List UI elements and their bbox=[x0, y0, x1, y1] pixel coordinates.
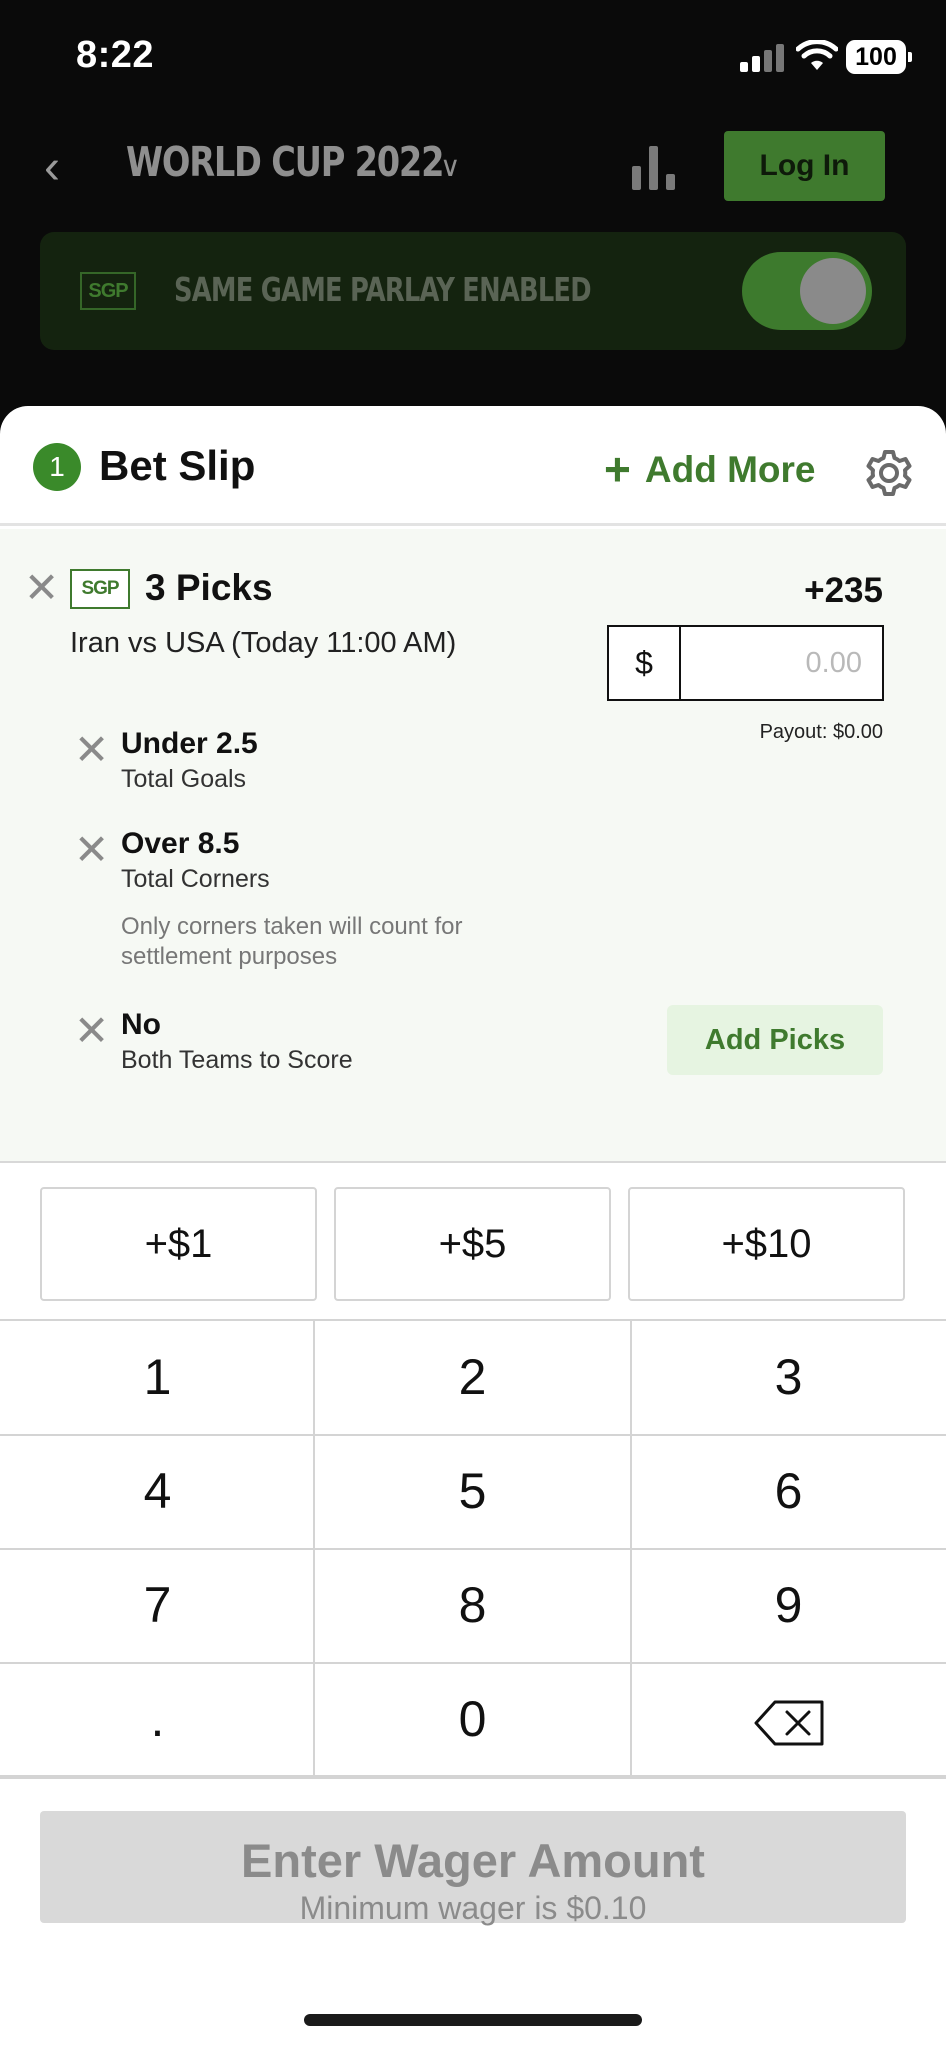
cta-subtitle: Minimum wager is $0.10 bbox=[299, 1890, 647, 1926]
quick-amount-button[interactable]: +$10 bbox=[628, 1187, 905, 1301]
leg-market: Total Goals bbox=[121, 765, 247, 793]
bet-slip-title: Bet Slip bbox=[99, 442, 256, 489]
place-bet-button-disabled[interactable]: Enter Wager Amount Minimum wager is $0.1… bbox=[40, 1811, 906, 1926]
sgp-badge-small: SGP bbox=[70, 569, 130, 609]
parlay-picks-title: 3 Picks bbox=[145, 567, 273, 608]
leg-selection: Under 2.5 bbox=[121, 727, 258, 760]
toggle-knob bbox=[800, 258, 866, 324]
keypad-key-backspace[interactable] bbox=[631, 1663, 946, 1776]
sgp-banner: SGP SAME GAME PARLAY ENABLED bbox=[40, 232, 906, 350]
login-button[interactable]: Log In bbox=[724, 131, 885, 201]
battery-indicator: 100 bbox=[846, 40, 912, 74]
home-indicator[interactable] bbox=[304, 2014, 642, 2026]
remove-leg-close-icon[interactable]: ✕ bbox=[74, 1010, 109, 1052]
leg-market: Both Teams to Score bbox=[121, 1046, 353, 1074]
parlay-leg: Under 2.5 Total Goals bbox=[121, 727, 258, 794]
add-more-button[interactable]: + Add More bbox=[604, 442, 815, 496]
leg-market: Total Corners bbox=[121, 865, 270, 893]
cellular-signal-icon bbox=[740, 42, 784, 72]
keypad-key-2[interactable]: 2 bbox=[315, 1321, 630, 1434]
leg-note: Only corners taken will count for settle… bbox=[121, 913, 463, 970]
gear-icon[interactable] bbox=[864, 448, 914, 498]
bet-slip-sheet: 1 Bet Slip + Add More ✕ SGP 3 Picks +235 … bbox=[0, 406, 946, 2048]
cta-title: Enter Wager Amount bbox=[241, 1834, 705, 1887]
wager-input[interactable] bbox=[683, 627, 882, 699]
keypad-key-7[interactable]: 7 bbox=[0, 1549, 315, 1662]
keypad-key-6[interactable]: 6 bbox=[631, 1435, 946, 1548]
sgp-toggle[interactable] bbox=[742, 252, 872, 330]
keypad-key-5[interactable]: 5 bbox=[315, 1435, 630, 1548]
leg-selection: Over 8.5 bbox=[121, 827, 240, 860]
wager-field: $ bbox=[607, 625, 884, 701]
currency-symbol: $ bbox=[609, 627, 681, 699]
numeric-keypad: 1 2 3 4 5 6 7 8 9 . 0 bbox=[0, 1319, 946, 1779]
remove-leg-close-icon[interactable]: ✕ bbox=[74, 829, 109, 871]
add-picks-button[interactable]: Add Picks bbox=[667, 1005, 883, 1075]
back-arrow-icon[interactable]: ‹ bbox=[44, 144, 60, 192]
plus-icon: + bbox=[604, 443, 631, 495]
keypad-key-1[interactable]: 1 bbox=[0, 1321, 315, 1434]
parlay-odds: +235 bbox=[804, 571, 883, 610]
keypad-key-decimal[interactable]: . bbox=[0, 1663, 315, 1776]
keypad-key-3[interactable]: 3 bbox=[631, 1321, 946, 1434]
bet-count-badge: 1 bbox=[33, 443, 81, 491]
status-bar: 8:22 100 bbox=[0, 0, 946, 118]
event-title-dropdown[interactable]: WORLD CUP 2022 bbox=[126, 138, 444, 186]
remove-leg-close-icon[interactable]: ✕ bbox=[74, 729, 109, 771]
top-bar: ‹ WORLD CUP 2022 ∨ Log In bbox=[0, 118, 946, 218]
quick-amount-button[interactable]: +$1 bbox=[40, 1187, 317, 1301]
leg-selection: No bbox=[121, 1008, 161, 1041]
sgp-banner-text: SAME GAME PARLAY ENABLED bbox=[174, 270, 592, 309]
match-name: Iran vs USA (Today 11:00 AM) bbox=[70, 627, 457, 659]
status-time: 8:22 bbox=[76, 34, 155, 76]
wifi-icon bbox=[796, 40, 838, 70]
payout-text: Payout: $0.00 bbox=[759, 721, 883, 743]
quick-amount-button[interactable]: +$5 bbox=[334, 1187, 611, 1301]
keypad-key-8[interactable]: 8 bbox=[315, 1549, 630, 1662]
parlay-card: ✕ SGP 3 Picks +235 Iran vs USA (Today 11… bbox=[0, 529, 946, 1163]
backspace-icon bbox=[754, 1700, 823, 1746]
bet-slip-header: 1 Bet Slip + Add More bbox=[0, 406, 946, 526]
sgp-badge: SGP bbox=[80, 272, 136, 310]
keypad-key-9[interactable]: 9 bbox=[631, 1549, 946, 1662]
stats-bar-chart-icon[interactable] bbox=[630, 146, 678, 190]
keypad-key-4[interactable]: 4 bbox=[0, 1435, 315, 1548]
remove-parlay-close-icon[interactable]: ✕ bbox=[24, 567, 59, 609]
parlay-leg: Over 8.5 Total Corners Only corners take… bbox=[121, 827, 541, 972]
chevron-down-icon[interactable]: ∨ bbox=[440, 150, 461, 183]
parlay-leg: No Both Teams to Score bbox=[121, 1008, 353, 1075]
keypad-key-0[interactable]: 0 bbox=[315, 1663, 630, 1776]
add-more-label: Add More bbox=[644, 449, 816, 490]
